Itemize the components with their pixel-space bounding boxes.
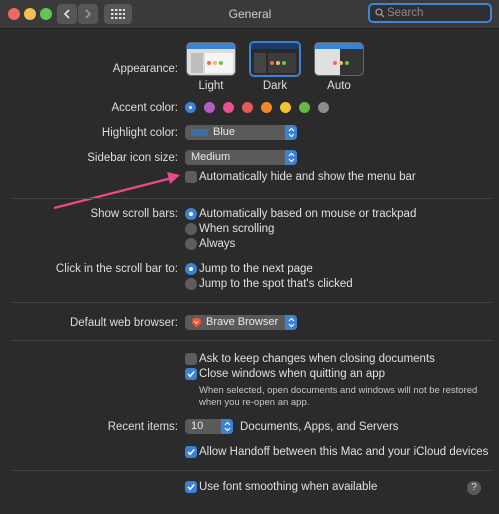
recent-items-label: Recent items: (107, 421, 178, 433)
checkmark-icon (187, 448, 195, 456)
recent-items-suffix: Documents, Apps, and Servers (240, 421, 399, 433)
scroll-click-spot-radio[interactable] (185, 278, 197, 290)
close-windows-note-line1: When selected, open documents and window… (199, 385, 478, 396)
section-divider (12, 198, 492, 199)
default-browser-label: Default web browser: (69, 317, 178, 329)
popup-arrows-icon (285, 315, 297, 330)
scroll-bars-label: Show scroll bars: (90, 208, 178, 220)
scroll-click-next-page-radio[interactable] (185, 263, 197, 275)
default-browser-value: Brave Browser (206, 316, 279, 328)
checkmark-icon (187, 483, 195, 491)
help-button[interactable]: ? (467, 481, 481, 495)
checkmark-icon (187, 370, 195, 378)
handoff-checkbox[interactable] (185, 446, 197, 458)
default-browser-popup[interactable]: Brave Browser (185, 315, 297, 330)
ask-keep-changes-checkbox[interactable] (185, 353, 197, 365)
handoff-label: Allow Handoff between this Mac and your … (199, 446, 489, 458)
close-windows-checkbox[interactable] (185, 368, 197, 380)
annotation-arrow-icon (53, 172, 180, 210)
scroll-bars-scrolling-radio[interactable] (185, 223, 197, 235)
scroll-click-next-page-label: Jump to the next page (199, 263, 313, 275)
section-divider (12, 302, 492, 303)
scroll-click-spot-label: Jump to the spot that's clicked (199, 278, 353, 290)
font-smoothing-checkbox[interactable] (185, 481, 197, 493)
section-divider (12, 470, 492, 471)
scroll-bars-scrolling-label: When scrolling (199, 223, 275, 235)
font-smoothing-label: Use font smoothing when available (199, 481, 378, 493)
brave-browser-icon (192, 317, 201, 328)
ask-keep-changes-label: Ask to keep changes when closing documen… (199, 353, 435, 365)
scroll-bars-always-radio[interactable] (185, 238, 197, 250)
close-windows-note-line2: when you re-open an app. (199, 397, 310, 408)
scroll-bars-always-label: Always (199, 238, 236, 250)
recent-items-popup[interactable]: 10 (185, 419, 233, 434)
section-divider (12, 340, 492, 341)
scroll-bars-auto-label: Automatically based on mouse or trackpad (199, 208, 417, 220)
popup-arrows-icon (221, 419, 233, 434)
scroll-bars-auto-radio[interactable] (185, 208, 197, 220)
close-windows-label: Close windows when quitting an app (199, 368, 386, 380)
recent-items-value: 10 (191, 420, 204, 432)
scroll-click-label: Click in the scroll bar to: (55, 263, 178, 275)
